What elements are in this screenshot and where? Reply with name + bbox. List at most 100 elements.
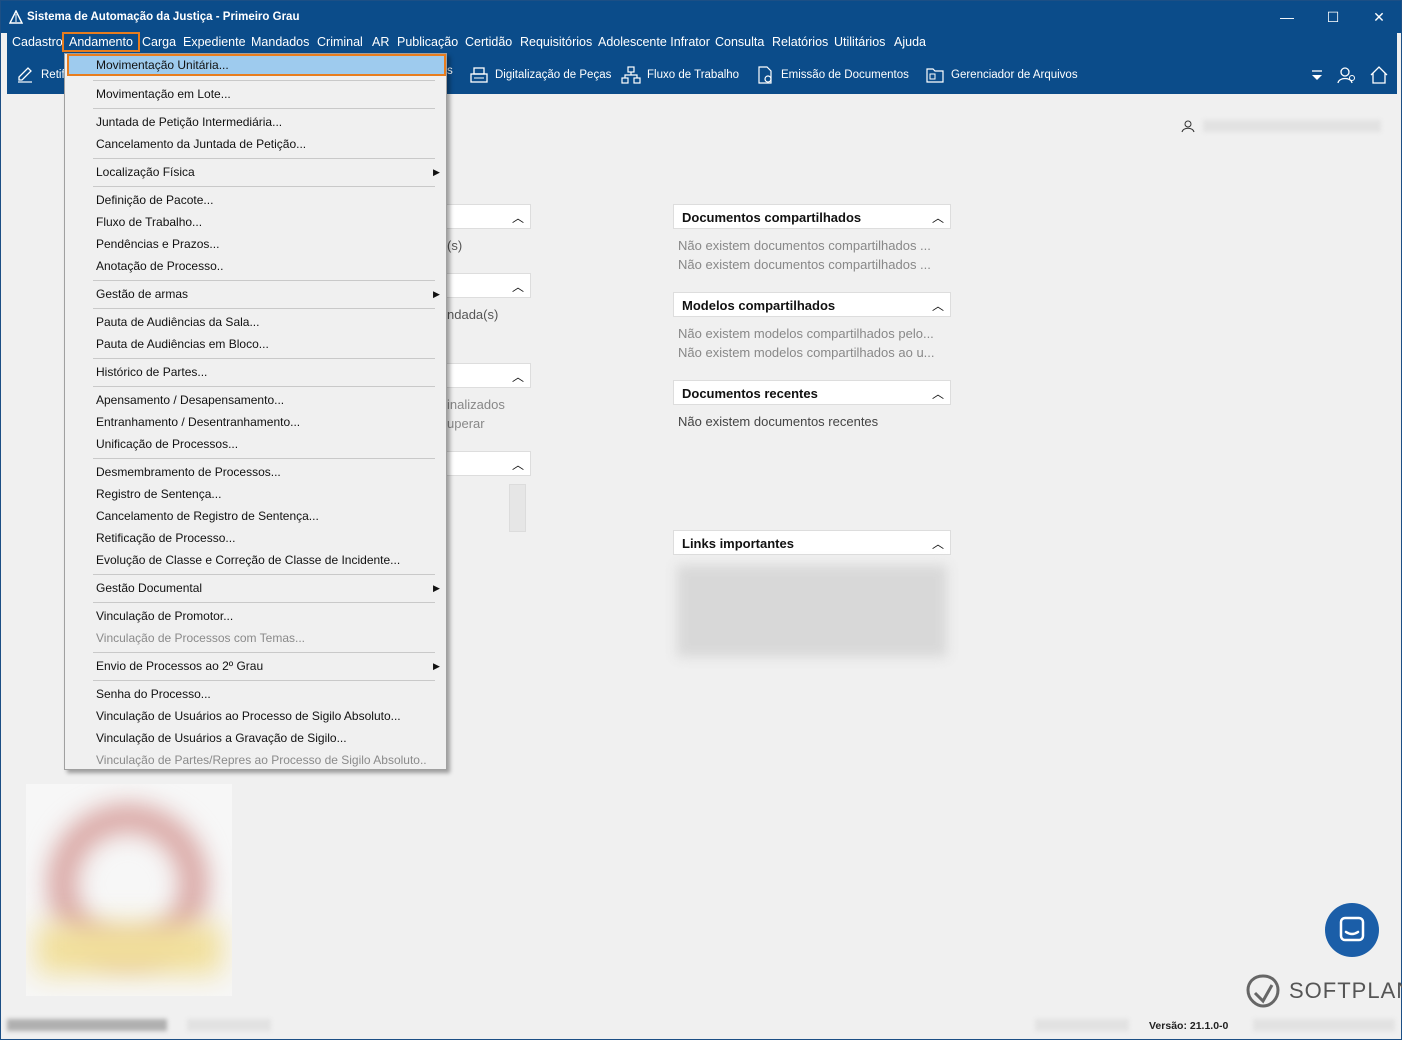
menu-mandados[interactable]: Mandados <box>251 35 309 49</box>
menu-separator <box>93 108 435 109</box>
menu-item-15[interactable]: Entranhamento / Desentranhamento... <box>96 415 300 429</box>
menu-item-20[interactable]: Retificação de Processo... <box>96 531 235 545</box>
folder-icon <box>926 68 944 83</box>
toolbar-retificacao-button[interactable]: Retif <box>15 65 65 85</box>
chevron-up-icon[interactable]: ︿ <box>512 278 524 295</box>
justice-logo-icon <box>9 10 23 24</box>
title-bar: Sistema de Automação da Justiça - Primei… <box>1 1 1401 33</box>
menu-item-8[interactable]: Pendências e Prazos... <box>96 237 219 251</box>
menu-separator <box>93 652 435 653</box>
chat-button[interactable] <box>1325 903 1379 957</box>
menu-separator <box>93 386 435 387</box>
user-name-redacted <box>1203 120 1381 132</box>
menu-item-1[interactable]: Movimentação Unitária... <box>67 54 446 76</box>
menu-certidao[interactable]: Certidão <box>465 35 512 49</box>
menu-cadastro[interactable]: Cadastro <box>12 35 63 49</box>
menu-adolescente-infrator[interactable]: Adolescente Infrator <box>598 35 710 49</box>
toolbar-home-button[interactable] <box>1369 65 1389 85</box>
chevron-up-icon[interactable]: ︿ <box>932 385 944 402</box>
status-right-redacted <box>1253 1019 1395 1031</box>
menu-ar[interactable]: AR <box>372 35 389 49</box>
toolbar-user-search-button[interactable] <box>1337 65 1357 85</box>
toolbar-fluxo-button[interactable]: Fluxo de Trabalho <box>621 65 739 85</box>
menu-item-28[interactable]: Vinculação de Usuários a Gravação de Sig… <box>96 731 347 745</box>
panel-documentos-compartilhados-header[interactable]: Documentos compartilhados ︿ <box>673 204 951 229</box>
chevron-up-icon[interactable]: ︿ <box>932 297 944 314</box>
panel-title: Documentos compartilhados <box>682 210 862 225</box>
toolbar-dropdown-button[interactable] <box>1307 65 1327 85</box>
scrollbar[interactable] <box>509 484 526 532</box>
user-search-icon <box>1337 67 1355 84</box>
panel-line: Não existem modelos compartilhados ao u.… <box>678 345 935 360</box>
menu-item-13[interactable]: Histórico de Partes... <box>96 365 207 379</box>
minimize-button[interactable]: — <box>1264 1 1310 33</box>
status-left-redacted <box>7 1019 167 1031</box>
panel-links-importantes-header[interactable]: Links importantes ︿ <box>673 530 951 555</box>
menu-item-10[interactable]: Gestão de armas <box>96 287 188 301</box>
submenu-arrow-icon: ▶ <box>433 289 440 299</box>
menu-item-7[interactable]: Fluxo de Trabalho... <box>96 215 202 229</box>
menu-item-6[interactable]: Definição de Pacote... <box>96 193 213 207</box>
menu-requisitorios[interactable]: Requisitórios <box>520 35 592 49</box>
menu-relatorios[interactable]: Relatórios <box>772 35 828 49</box>
menu-item-19[interactable]: Cancelamento de Registro de Sentença... <box>96 509 319 523</box>
toolbar-label: Retif <box>41 69 65 81</box>
menu-criminal[interactable]: Criminal <box>317 35 363 49</box>
toolbar-digitalizacao-button[interactable]: Digitalização de Peças <box>469 65 611 85</box>
close-button[interactable]: ✕ <box>1356 1 1402 33</box>
toolbar-emissao-button[interactable]: Emissão de Documentos <box>755 65 909 85</box>
menu-item-26[interactable]: Senha do Processo... <box>96 687 211 701</box>
user-icon <box>1181 120 1195 133</box>
left-panel-1-text: (s) <box>447 238 463 253</box>
menu-consulta[interactable]: Consulta <box>715 35 764 49</box>
chevron-up-icon[interactable]: ︿ <box>512 456 524 473</box>
menu-publicacao[interactable]: Publicação <box>397 35 458 49</box>
toolbar-gerenciador-button[interactable]: Gerenciador de Arquivos <box>925 65 1078 85</box>
panel-line: Não existem modelos compartilhados pelo.… <box>678 326 934 341</box>
menu-carga[interactable]: Carga <box>142 35 176 49</box>
menu-ajuda[interactable]: Ajuda <box>894 35 926 49</box>
menu-expediente[interactable]: Expediente <box>183 35 246 49</box>
toolbar-label: Emissão de Documentos <box>781 69 909 81</box>
panel-title: Links importantes <box>682 536 794 551</box>
maximize-button[interactable]: ☐ <box>1310 1 1356 33</box>
menu-item-2[interactable]: Movimentação em Lote... <box>96 87 231 101</box>
menu-separator <box>93 280 435 281</box>
andamento-dropdown-menu: Movimentação Unitária... Movimentação em … <box>64 53 447 770</box>
menu-separator <box>93 158 435 159</box>
softplan-logo: SOFTPLAN <box>1245 973 1402 1009</box>
menu-item-21[interactable]: Evolução de Classe e Correção de Classe … <box>96 553 400 567</box>
menu-item-16[interactable]: Unificação de Processos... <box>96 437 238 451</box>
scanner-icon <box>470 67 488 83</box>
chevron-up-icon[interactable]: ︿ <box>932 535 944 552</box>
menu-item-5[interactable]: Localização Física <box>96 165 195 179</box>
links-list-redacted <box>677 565 947 657</box>
menu-item-12[interactable]: Pauta de Audiências em Bloco... <box>96 337 269 351</box>
menu-item-17[interactable]: Desmembramento de Processos... <box>96 465 281 479</box>
menu-item-3[interactable]: Juntada de Petição Intermediária... <box>96 115 282 129</box>
left-panel-2-text: ndada(s) <box>447 307 499 322</box>
menu-item-23[interactable]: Vinculação de Promotor... <box>96 609 233 623</box>
menu-item-22[interactable]: Gestão Documental <box>96 581 202 595</box>
panel-documentos-recentes-header[interactable]: Documentos recentes ︿ <box>673 380 951 405</box>
panel-modelos-compartilhados-header[interactable]: Modelos compartilhados ︿ <box>673 292 951 317</box>
menu-item-4[interactable]: Cancelamento da Juntada de Petição... <box>96 137 306 151</box>
menu-item-25[interactable]: Envio de Processos ao 2º Grau <box>96 659 263 673</box>
menu-item-11[interactable]: Pauta de Audiências da Sala... <box>96 315 259 329</box>
menu-andamento[interactable]: Andamento <box>62 32 140 52</box>
chevron-up-icon[interactable]: ︿ <box>512 209 524 226</box>
panel-title: Documentos recentes <box>682 386 818 401</box>
menu-utilitarios[interactable]: Utilitários <box>834 35 885 49</box>
menu-item-29: Vinculação de Partes/Repres ao Processo … <box>96 753 427 767</box>
chevron-up-icon[interactable]: ︿ <box>932 209 944 226</box>
document-gear-icon <box>758 66 772 84</box>
chevron-up-icon[interactable]: ︿ <box>512 368 524 385</box>
edit-icon <box>18 67 32 83</box>
left-panel-3-text: inalizados <box>447 397 505 412</box>
menu-item-18[interactable]: Registro de Sentença... <box>96 487 221 501</box>
menu-item-14[interactable]: Apensamento / Desapensamento... <box>96 393 284 407</box>
menu-item-9[interactable]: Anotação de Processo.. <box>96 259 223 273</box>
menu-item-27[interactable]: Vinculação de Usuários ao Processo de Si… <box>96 709 401 723</box>
version-label: Versão: 21.1.0-0 <box>1149 1020 1229 1032</box>
current-user <box>1181 119 1381 133</box>
